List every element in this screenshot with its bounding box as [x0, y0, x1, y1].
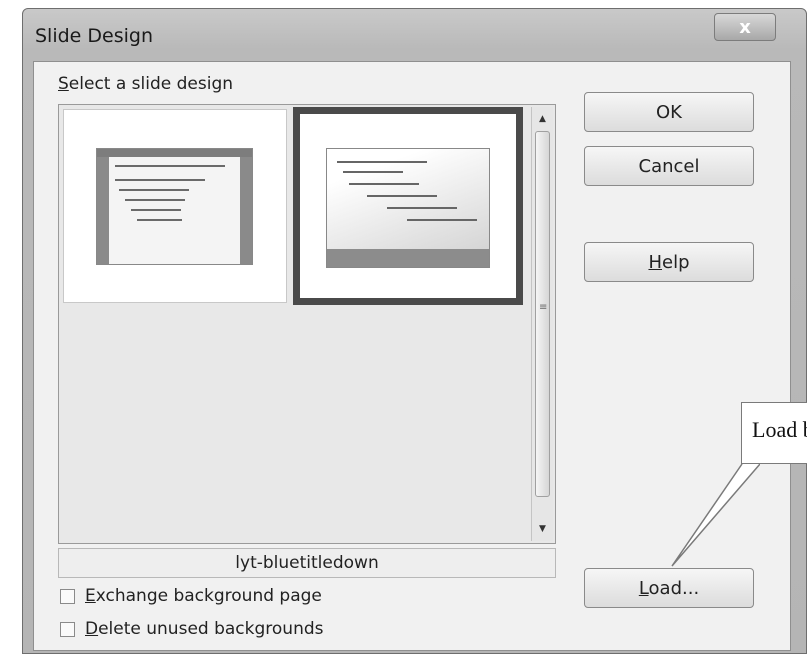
exchange-background-label: Exchange background page [85, 586, 322, 606]
chevron-up-icon[interactable]: ▲ [532, 109, 553, 129]
load-accel: L [638, 577, 649, 599]
help-button-label: Help [648, 252, 689, 273]
callout-pointer [671, 463, 760, 567]
close-icon: x [739, 16, 751, 38]
exchange-background-option[interactable]: Exchange background page [60, 586, 322, 606]
help-rest: elp [662, 251, 690, 273]
delete-backgrounds-option[interactable]: Delete unused backgrounds [60, 619, 324, 639]
design-thumbnail-1[interactable] [63, 109, 287, 303]
select-design-label: Select a slide design [58, 74, 233, 94]
help-accel: H [648, 251, 663, 273]
grip-icon: ≡ [539, 302, 548, 313]
design-thumbnail-2-selected[interactable] [293, 107, 523, 305]
cancel-button-label: Cancel [638, 155, 700, 177]
exchange-background-accel: E [85, 586, 96, 606]
exchange-background-rest: xchange background page [95, 586, 322, 606]
delete-backgrounds-label: Delete unused backgrounds [85, 619, 324, 639]
select-design-label-accel: S [58, 74, 69, 94]
ok-button[interactable]: OK [584, 92, 754, 132]
design-preview-1 [96, 148, 253, 265]
selected-design-name: lyt-bluetitledown [58, 548, 556, 578]
select-design-label-rest: elect a slide design [68, 74, 234, 94]
delete-backgrounds-accel: D [85, 619, 99, 639]
scrollbar-thumb[interactable]: ≡ [535, 131, 550, 497]
load-button-callout: Load button [741, 402, 807, 464]
load-rest: oad... [648, 577, 700, 599]
load-button[interactable]: Load... [584, 568, 754, 608]
exchange-background-checkbox[interactable] [60, 588, 75, 604]
chevron-down-icon[interactable]: ▼ [532, 519, 553, 539]
help-button[interactable]: Help [584, 242, 754, 282]
callout-text: Load button [752, 417, 807, 442]
load-button-label: Load... [639, 578, 699, 599]
delete-backgrounds-rest: elete unused backgrounds [98, 619, 324, 639]
gallery-scrollbar[interactable]: ▲ ≡ ▼ [531, 107, 553, 541]
design-gallery[interactable]: ▲ ≡ ▼ [58, 104, 556, 544]
cancel-button[interactable]: Cancel [584, 146, 754, 186]
dialog-title: Slide Design [35, 25, 154, 47]
ok-button-label: OK [656, 101, 682, 123]
design-preview-2 [326, 148, 490, 268]
delete-backgrounds-checkbox[interactable] [60, 621, 75, 637]
close-button[interactable]: x [714, 13, 776, 41]
